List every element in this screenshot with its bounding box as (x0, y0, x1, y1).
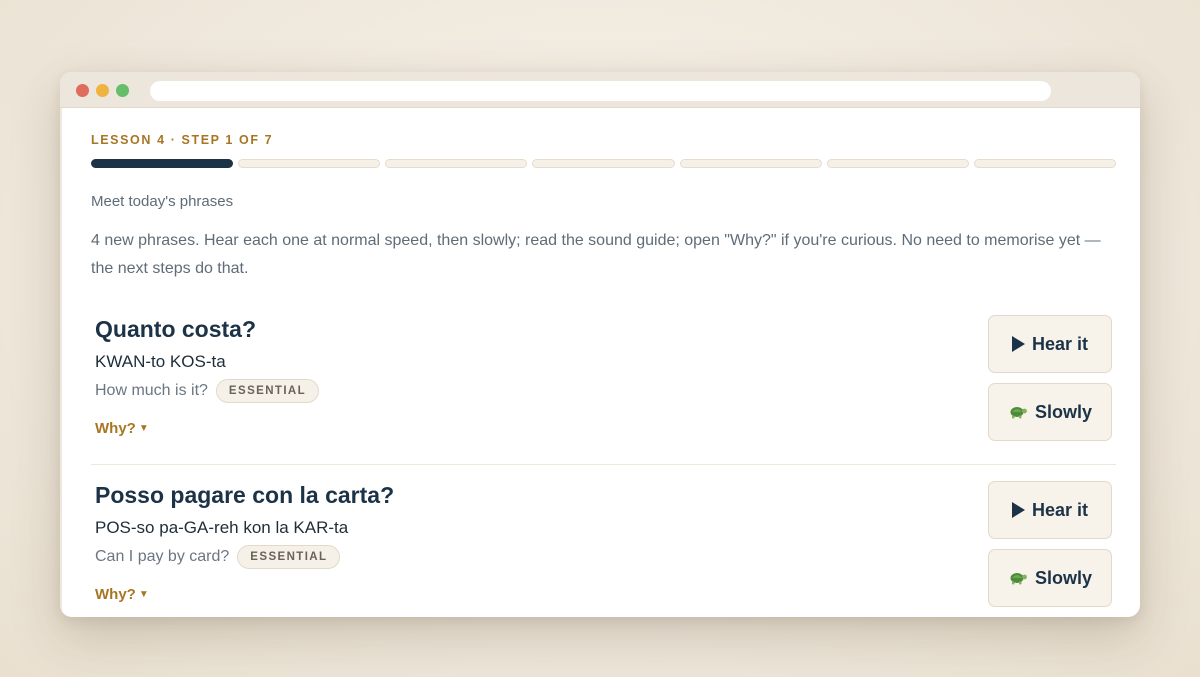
browser-window: LESSON 4 · STEP 1 OF 7 Meet today's phra… (60, 72, 1140, 617)
phrase-meaning-row: Can I pay by card? ESSENTIAL (95, 545, 341, 569)
phrase-sound-guide: KWAN-to KOS-ta (95, 352, 226, 371)
maximize-window-button[interactable] (116, 84, 129, 97)
progress-segment (973, 159, 1116, 168)
lesson-progress-bar (91, 159, 1116, 168)
slowly-label: Slowly (1034, 567, 1092, 588)
phrase-meaning-row: How much is it? ESSENTIAL (95, 379, 320, 403)
why-toggle[interactable]: Why? ▼ (95, 586, 149, 603)
section-title: Meet today's phrases (91, 193, 234, 210)
why-label: Why? (95, 586, 136, 603)
progress-segment (679, 159, 822, 168)
close-window-button[interactable] (76, 84, 89, 97)
caret-down-icon: ▼ (138, 423, 149, 434)
hear-it-label: Hear it (1031, 499, 1089, 520)
progress-segment (826, 159, 969, 168)
turtle-icon (1008, 570, 1028, 586)
hear-it-button[interactable]: Hear it (988, 481, 1112, 539)
browser-chrome (60, 72, 1140, 108)
phrase-card: Quanto costa? KWAN-to KOS-ta How much is… (91, 308, 1116, 465)
progress-segment (385, 159, 528, 168)
slowly-label: Slowly (1034, 401, 1092, 422)
slowly-button[interactable]: Slowly (988, 383, 1112, 441)
phrase-meaning: How much is it? (95, 382, 208, 399)
turtle-icon (1008, 404, 1028, 420)
minimize-window-button[interactable] (96, 84, 109, 97)
play-icon (1011, 502, 1025, 518)
lesson-content: LESSON 4 · STEP 1 OF 7 Meet today's phra… (60, 108, 1140, 617)
progress-segment (91, 159, 234, 168)
section-instructions: 4 new phrases. Hear each one at normal s… (91, 232, 1101, 277)
phrase-meaning: Can I pay by card? (95, 548, 230, 565)
hear-it-button[interactable]: Hear it (988, 315, 1112, 373)
caret-down-icon: ▼ (138, 589, 149, 600)
why-toggle[interactable]: Why? ▼ (95, 420, 149, 437)
progress-segment (532, 159, 675, 168)
progress-segment (238, 159, 381, 168)
hear-it-label: Hear it (1031, 333, 1089, 354)
phrase-text: Quanto costa? (95, 316, 257, 342)
why-label: Why? (95, 420, 136, 437)
essential-badge: ESSENTIAL (215, 379, 320, 403)
play-icon (1011, 336, 1025, 352)
slowly-button[interactable]: Slowly (988, 549, 1112, 607)
essential-badge: ESSENTIAL (237, 545, 341, 569)
address-bar[interactable] (150, 81, 1051, 101)
lesson-step-label: LESSON 4 · STEP 1 OF 7 (91, 133, 274, 147)
phrase-text: Posso pagare con la carta? (95, 482, 395, 508)
phrase-sound-guide: POS-so pa-GA-reh kon la KAR-ta (95, 518, 349, 537)
phrase-card: Posso pagare con la carta? POS-so pa-GA-… (91, 474, 1116, 617)
